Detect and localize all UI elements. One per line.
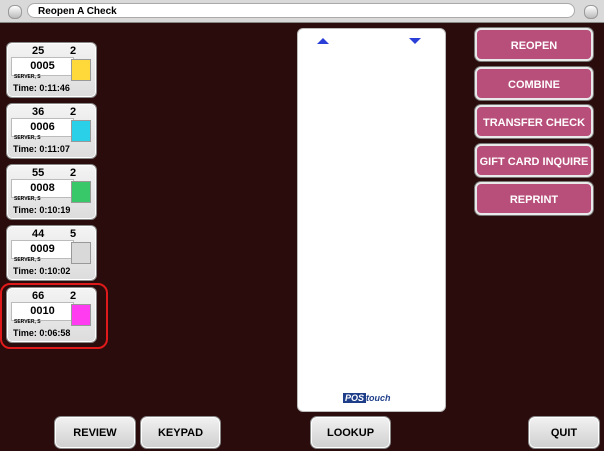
check-tile[interactable]: 55 2 0008 SERVER, S Time: 0:10:19 <box>6 164 97 220</box>
check-color-swatch <box>71 181 91 203</box>
server-name: SERVER, S <box>14 135 41 141</box>
quit-button[interactable]: QUIT <box>528 416 600 449</box>
combine-button[interactable]: COMBINE <box>475 67 593 100</box>
window-title: Reopen A Check <box>27 3 575 18</box>
positouch-logo: POS touch <box>343 393 391 403</box>
table-number: 25 <box>32 45 45 57</box>
reprint-button[interactable]: REPRINT <box>475 182 593 215</box>
server-name: SERVER, S <box>14 257 41 263</box>
check-detail-panel[interactable]: POS touch <box>297 28 446 412</box>
server-name: SERVER, S <box>14 74 41 80</box>
transfer-check-button[interactable]: TRANSFER CHECK <box>475 105 593 138</box>
server-name: SERVER, S <box>14 196 41 202</box>
title-bar: Reopen A Check <box>0 0 604 23</box>
check-time: Time: 0:10:19 <box>13 205 71 215</box>
check-time: Time: 0:11:46 <box>13 83 70 93</box>
check-tile[interactable]: 25 2 0005 SERVER, S Time: 0:11:46 <box>6 42 97 98</box>
scroll-up-icon[interactable] <box>317 38 329 44</box>
table-number: 36 <box>32 106 45 118</box>
check-time: Time: 0:11:07 <box>13 144 70 154</box>
guest-count: 2 <box>70 45 77 57</box>
table-number: 44 <box>32 228 45 240</box>
table-number: 55 <box>32 167 45 179</box>
check-color-swatch <box>71 120 91 142</box>
check-color-swatch <box>71 59 91 81</box>
keypad-button[interactable]: KEYPAD <box>140 416 221 449</box>
check-tile[interactable]: 44 5 0009 SERVER, S Time: 0:10:02 <box>6 225 97 281</box>
gift-card-inquire-button[interactable]: GIFT CARD INQUIRE <box>475 144 593 177</box>
check-time: Time: 0:10:02 <box>13 266 71 276</box>
reopen-button[interactable]: REOPEN <box>475 28 593 61</box>
title-left-cap <box>8 5 22 19</box>
review-button[interactable]: REVIEW <box>54 416 136 449</box>
guest-count: 2 <box>70 106 77 118</box>
scroll-down-icon[interactable] <box>409 38 421 44</box>
selection-highlight <box>0 283 108 349</box>
guest-count: 5 <box>70 228 77 240</box>
title-right-cap <box>584 5 598 19</box>
check-tile[interactable]: 36 2 0006 SERVER, S Time: 0:11:07 <box>6 103 97 159</box>
lookup-button[interactable]: LOOKUP <box>310 416 391 449</box>
check-color-swatch <box>71 242 91 264</box>
guest-count: 2 <box>70 167 77 179</box>
